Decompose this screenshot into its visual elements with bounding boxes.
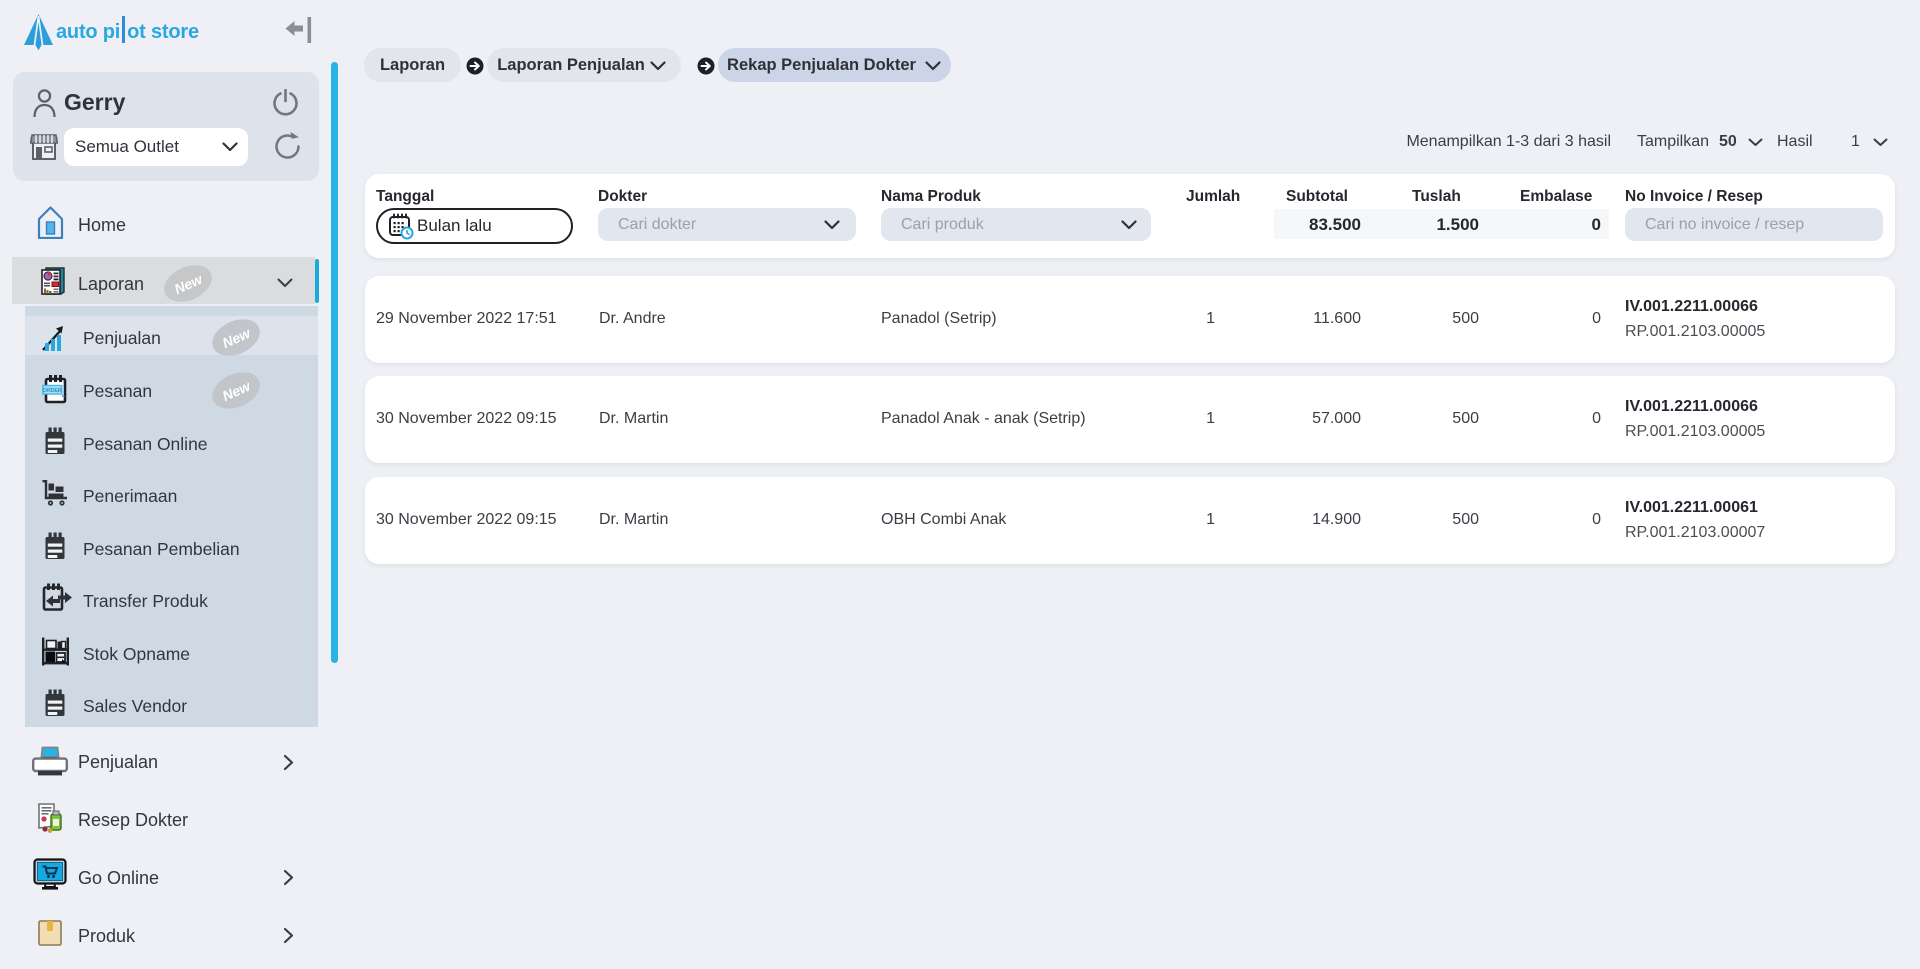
svg-text:ORDER: ORDER — [43, 388, 62, 394]
